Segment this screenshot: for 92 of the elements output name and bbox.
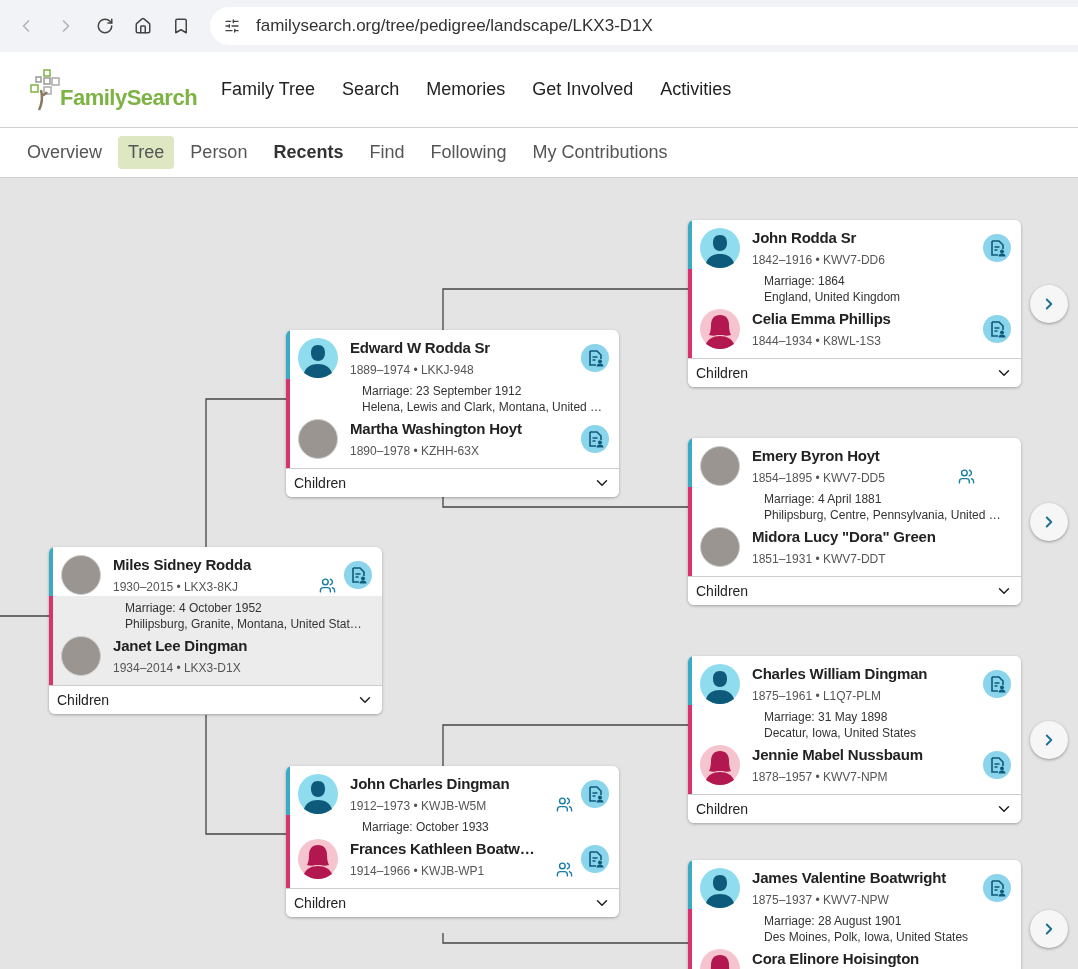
woman-silhouette-icon xyxy=(298,839,338,879)
record-icon[interactable] xyxy=(983,234,1011,262)
children-dropdown[interactable]: Children xyxy=(49,685,382,714)
person-name[interactable]: Jennie Mabel Nussbaum xyxy=(752,745,923,765)
nav-tab[interactable]: My Contributions xyxy=(522,136,678,169)
children-dropdown[interactable]: Children xyxy=(688,576,1021,605)
marriage-info: Marriage: October 1933 xyxy=(362,819,490,835)
photo-placeholder xyxy=(61,636,101,676)
man-silhouette-icon xyxy=(700,868,740,908)
person-name[interactable]: Martha Washington Hoyt xyxy=(350,419,522,439)
marriage-info: England, United Kingdom xyxy=(764,289,902,305)
marriage-info: Marriage: 31 May 1898 xyxy=(764,709,889,725)
record-icon[interactable] xyxy=(983,874,1011,902)
reload-icon[interactable] xyxy=(96,17,114,35)
nav-link[interactable]: Activities xyxy=(660,76,732,103)
person-name[interactable]: Cora Elinore Hoisington xyxy=(752,949,920,969)
connector-line xyxy=(0,615,50,617)
people-icon[interactable] xyxy=(319,577,336,594)
person-name[interactable]: Midora Lucy "Dora" Green xyxy=(752,527,936,547)
marriage-info: Marriage: 1864 xyxy=(764,273,846,289)
person-name[interactable]: John Rodda Sr xyxy=(752,228,885,248)
children-dropdown[interactable]: Children xyxy=(688,794,1021,823)
photo-placeholder xyxy=(298,419,338,459)
photo-placeholder xyxy=(700,446,740,486)
person-name[interactable]: John Charles Dingman xyxy=(350,774,510,794)
tree-logo-icon xyxy=(30,68,60,111)
marriage-info: Philipsburg, Granite, Montana, United Stat… xyxy=(125,616,363,632)
person-dates: 1851–1931 • KWV7-DDT xyxy=(752,551,887,568)
marriage-info: Decatur, Iowa, United States xyxy=(764,725,918,741)
person-dates: 1842–1916 • KWV7-DD6 xyxy=(752,252,885,269)
person-name[interactable]: Miles Sidney Rodda xyxy=(113,555,252,575)
nav-tab[interactable]: Overview xyxy=(17,136,112,169)
record-icon[interactable] xyxy=(581,845,609,873)
photo-placeholder xyxy=(61,555,101,595)
person-dates: 1912–1973 • KWJB-W5M xyxy=(350,798,488,815)
bookmark-icon[interactable] xyxy=(172,17,190,35)
person-dates: 1934–2014 • LKX3-D1X xyxy=(113,660,242,677)
person-name[interactable]: James Valentine Boatwright xyxy=(752,868,947,888)
record-icon[interactable] xyxy=(983,315,1011,343)
children-dropdown[interactable]: Children xyxy=(688,358,1021,387)
person-dates: 1844–1934 • K8WL-1S3 xyxy=(752,333,882,350)
marriage-info: Des Moines, Polk, Iowa, United States xyxy=(764,929,970,945)
record-icon[interactable] xyxy=(581,780,609,808)
record-icon[interactable] xyxy=(581,344,609,372)
person-dates: 1930–2015 • LKX3-8KJ xyxy=(113,579,239,596)
marriage-info: Marriage: 28 August 1901 xyxy=(764,913,903,929)
nav-tab[interactable]: Tree xyxy=(118,136,175,169)
site-settings-icon[interactable] xyxy=(224,18,240,34)
person-dates: 1890–1978 • KZHH-63X xyxy=(350,443,480,460)
nav-tab[interactable]: Recents xyxy=(263,136,354,169)
person-dates: 1854–1895 • KWV7-DD5 xyxy=(752,470,885,487)
person-name[interactable]: Emery Byron Hoyt xyxy=(752,446,885,466)
record-icon[interactable] xyxy=(344,561,372,589)
person-dates: 1875–1961 • L1Q7-PLM xyxy=(752,688,882,705)
person-name[interactable]: Celia Emma Phillips xyxy=(752,309,891,329)
photo-placeholder xyxy=(700,527,740,567)
person-dates: 1878–1957 • KWV7-NPM xyxy=(752,769,889,786)
people-icon[interactable] xyxy=(556,861,573,878)
marriage-info: Philipsburg, Centre, Pennsylvania, United … xyxy=(764,507,1002,523)
person-dates: 1875–1937 • KWV7-NPW xyxy=(752,892,890,909)
record-icon[interactable] xyxy=(983,751,1011,779)
marriage-info: Marriage: 4 October 1952 xyxy=(125,600,263,616)
person-name[interactable]: Janet Lee Dingman xyxy=(113,636,248,656)
children-dropdown[interactable]: Children xyxy=(286,888,619,917)
person-name[interactable]: Frances Kathleen Boatw… xyxy=(350,839,535,859)
person-dates: 1889–1974 • LKKJ-948 xyxy=(350,362,475,379)
record-icon[interactable] xyxy=(581,425,609,453)
man-silhouette-icon xyxy=(700,664,740,704)
record-icon[interactable] xyxy=(983,670,1011,698)
man-silhouette-icon xyxy=(298,338,338,378)
marriage-info: Helena, Lewis and Clark, Montana, United … xyxy=(362,399,604,415)
people-icon[interactable] xyxy=(958,468,975,485)
nav-link[interactable]: Family Tree xyxy=(221,76,316,103)
person-name[interactable]: Charles William Dingman xyxy=(752,664,928,684)
children-dropdown[interactable]: Children xyxy=(286,468,619,497)
home-icon[interactable] xyxy=(134,17,152,35)
people-icon[interactable] xyxy=(556,796,573,813)
nav-tab[interactable]: Person xyxy=(180,136,258,169)
nav-link[interactable]: Memories xyxy=(426,76,506,103)
man-silhouette-icon xyxy=(298,774,338,814)
woman-silhouette-icon xyxy=(700,309,740,349)
nav-tab[interactable]: Find xyxy=(359,136,415,169)
woman-silhouette-icon xyxy=(700,745,740,785)
person-name[interactable]: Edward W Rodda Sr xyxy=(350,338,490,358)
address-bar[interactable]: familysearch.org/tree/pedigree/landscape/LKX3-D1X xyxy=(210,7,1078,45)
person-dates: 1914–1966 • KWJB-WP1 xyxy=(350,863,486,880)
nav-link[interactable]: Search xyxy=(342,76,400,103)
nav-link[interactable]: Get Involved xyxy=(532,76,634,103)
marriage-info: Marriage: 23 September 1912 xyxy=(362,383,523,399)
nav-tab[interactable]: Following xyxy=(420,136,517,169)
marriage-info: Marriage: 4 April 1881 xyxy=(764,491,883,507)
man-silhouette-icon xyxy=(700,228,740,268)
